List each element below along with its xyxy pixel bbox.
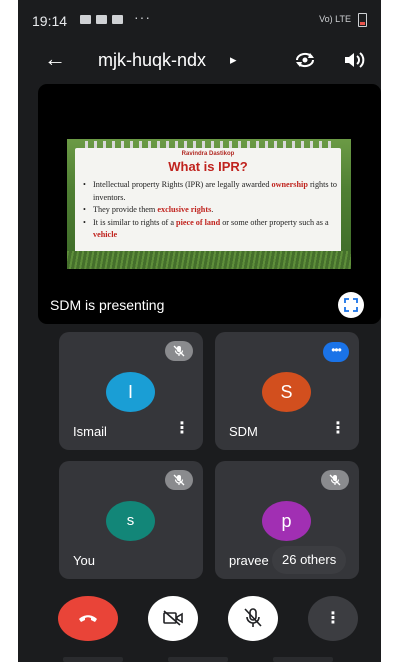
mic-off-icon [321,470,349,490]
more-notifications-icon: ··· [134,9,151,25]
nav-hint [63,657,123,662]
camera-off-icon [163,610,183,626]
shared-slide: Ravindra Dastikop What is IPR? Intellect… [67,139,351,269]
nav-hint [273,657,333,662]
network-indicator: Vo) LTE [319,14,351,24]
notification-icons [80,15,123,24]
slide-bullet: They provide them exclusive rights. [83,204,337,217]
meeting-top-bar: ← mjk-huqk-ndx ▸ [18,40,381,80]
others-count-pill[interactable]: 26 others [272,546,347,574]
meet-screen: 19:14 ··· Vo) LTE ← mjk-huqk-ndx ▸ Ravin… [18,0,381,662]
slide-bullet: Intellectual property Rights (IPR) are l… [83,179,337,204]
fullscreen-button[interactable] [338,292,364,318]
speaking-indicator-icon: ••• [323,342,349,362]
status-time: 19:14 [32,13,68,29]
avatar: s [106,501,155,541]
mic-off-icon [244,608,262,627]
participant-tile-ismail[interactable]: I Ismail ⋮ [59,332,203,450]
mic-off-icon [165,470,193,490]
presentation-view[interactable]: Ravindra Dastikop What is IPR? Intellect… [38,84,381,324]
participant-name: pravee [229,553,269,568]
participant-name: SDM [229,424,258,439]
back-arrow-icon[interactable]: ← [44,48,66,70]
more-vert-icon[interactable]: ⋮ [174,420,190,440]
switch-camera-icon[interactable] [294,50,316,70]
app-notification-icon [112,15,123,24]
camera-toggle-button[interactable] [148,596,198,641]
mic-off-icon [165,341,193,361]
participant-tile-pravee[interactable]: p pravee 26 others [215,461,359,579]
meeting-details-caret-icon[interactable]: ▸ [230,52,237,68]
status-bar: 19:14 ··· Vo) LTE [18,0,381,40]
slide-page: Ravindra Dastikop What is IPR? Intellect… [75,148,341,260]
gallery-icon [80,15,91,24]
avatar: p [262,501,311,541]
mic-toggle-button[interactable] [228,596,278,641]
slide-author: Ravindra Dastikop [181,151,235,157]
speaker-icon[interactable] [343,50,365,70]
participant-name: You [73,553,95,568]
slide-bullet: It is similar to rights of a piece of la… [83,217,337,242]
avatar: I [106,372,155,412]
participant-tile-sdm[interactable]: ••• S SDM ⋮ [215,332,359,450]
slide-title: What is IPR? [168,159,248,174]
more-options-button[interactable]: ⋮ [308,596,358,641]
presenting-label: SDM is presenting [50,297,165,313]
nav-hint [168,657,228,662]
youtube-icon [96,15,107,24]
more-vert-icon[interactable]: ⋮ [330,420,346,440]
fullscreen-icon [344,298,358,312]
avatar: S [262,372,311,412]
participant-name: Ismail [73,424,107,439]
battery-icon [358,13,367,27]
participant-tile-you[interactable]: s You [59,461,203,579]
meeting-code[interactable]: mjk-huqk-ndx [98,50,206,71]
end-call-icon [79,615,97,622]
slide-bullets: Intellectual property Rights (IPR) are l… [83,179,337,242]
end-call-button[interactable] [58,596,118,641]
slide-grass [67,251,351,269]
